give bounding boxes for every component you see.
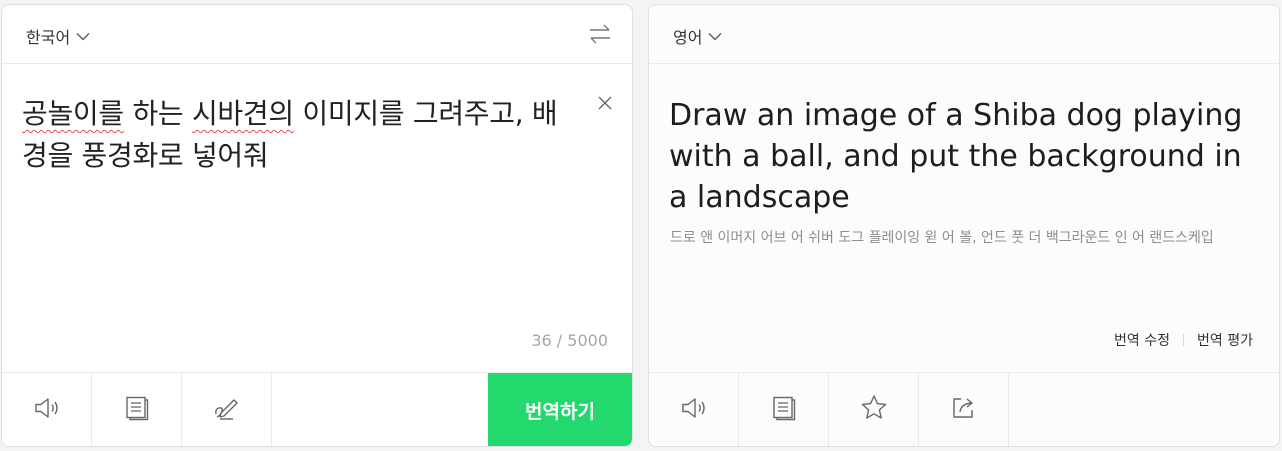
source-panel: 한국어 공놀이를 하는 시바견의 이미지를 그려주고, 배경을 풍경화로 넣어줘… (1, 4, 633, 447)
source-dictionary-button[interactable] (92, 373, 182, 446)
share-icon (951, 396, 977, 424)
target-language-label: 영어 (673, 28, 703, 47)
spellcheck-word: 시바견의 (191, 97, 294, 130)
handwriting-icon (213, 395, 241, 425)
share-button[interactable] (919, 373, 1009, 446)
target-listen-button[interactable] (649, 373, 739, 446)
source-text-part: 하는 (123, 97, 192, 130)
chevron-down-icon (708, 32, 722, 41)
source-language-label: 한국어 (26, 28, 71, 47)
pronunciation-text: 드로 앤 이머지 어브 어 쉬버 도그 플레이잉 윋 어 볼, 언드 풋 더 백… (670, 230, 1214, 246)
source-toolbar: 번역하기 (2, 372, 632, 446)
speaker-icon (680, 396, 708, 424)
spellcheck-word: 공놀이를 (22, 97, 124, 130)
target-toolbar (649, 372, 1279, 446)
source-header: 한국어 (2, 5, 632, 64)
translation-feedback: 번역 수정 번역 평가 (1114, 330, 1253, 350)
target-panel: 영어 Draw an image of a Shiba dog playing … (648, 4, 1280, 447)
divider (1183, 334, 1185, 346)
handwriting-button[interactable] (182, 373, 272, 446)
rate-translation-link[interactable]: 번역 평가 (1197, 330, 1253, 350)
source-listen-button[interactable] (2, 373, 92, 446)
translate-button[interactable]: 번역하기 (488, 373, 632, 446)
target-header: 영어 (649, 5, 1279, 64)
edit-translation-link[interactable]: 번역 수정 (1114, 330, 1170, 350)
chevron-down-icon (76, 32, 90, 41)
translated-text: Draw an image of a Shiba dog playing wit… (669, 98, 1243, 215)
target-language-select[interactable]: 영어 (673, 24, 722, 48)
character-counter: 36 / 5000 (531, 331, 608, 350)
source-language-select[interactable]: 한국어 (26, 24, 90, 48)
source-text-area[interactable]: 공놀이를 하는 시바견의 이미지를 그려주고, 배경을 풍경화로 넣어줘 (22, 93, 582, 177)
favorite-button[interactable] (829, 373, 919, 446)
swap-languages-icon[interactable] (588, 23, 612, 49)
target-dictionary-button[interactable] (739, 373, 829, 446)
dictionary-icon (771, 395, 797, 425)
speaker-icon (33, 396, 61, 424)
clear-text-icon[interactable] (598, 95, 612, 114)
dictionary-icon (124, 395, 150, 425)
star-icon (860, 394, 888, 425)
